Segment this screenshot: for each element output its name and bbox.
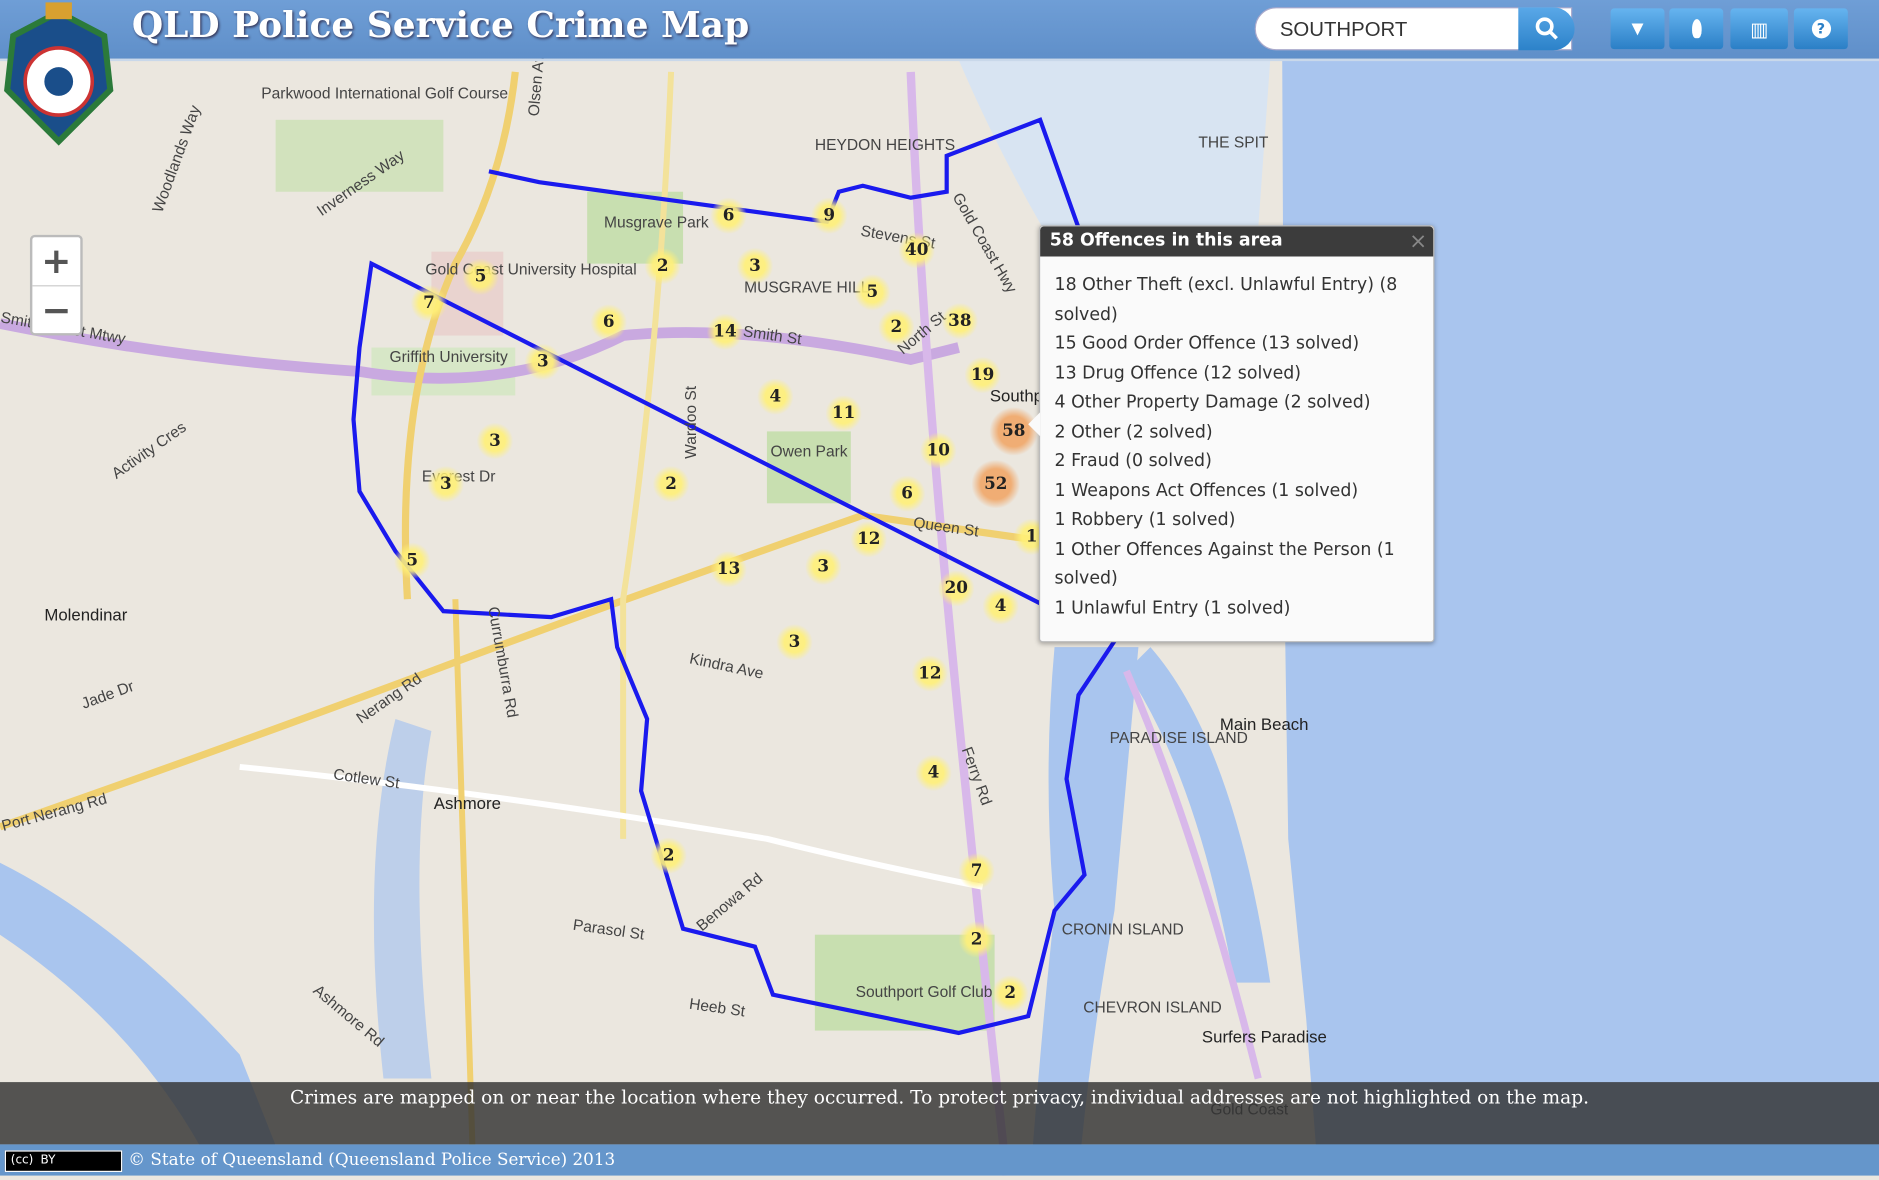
offence-item: 1 Robbery (1 solved) bbox=[1054, 510, 1236, 530]
crime-cluster-marker[interactable]: 2 bbox=[878, 309, 915, 346]
crime-cluster-marker[interactable]: 3 bbox=[805, 548, 842, 585]
zoom-out-button[interactable]: − bbox=[32, 286, 80, 334]
map-label: HEYDON HEIGHTS bbox=[814, 135, 956, 154]
map-label: Owen Park bbox=[770, 442, 848, 461]
statistics-button[interactable]: ▥ bbox=[1730, 8, 1788, 50]
filter-button[interactable]: ▼ bbox=[1610, 8, 1665, 50]
offence-item: 1 Unlawful Entry (1 solved) bbox=[1054, 598, 1291, 618]
crime-cluster-marker[interactable]: 12 bbox=[850, 521, 887, 558]
zoom-in-button[interactable]: + bbox=[32, 237, 81, 287]
chart-icon: ▥ bbox=[1750, 17, 1769, 41]
crime-cluster-marker[interactable]: 2 bbox=[650, 837, 687, 874]
crime-cluster-marker[interactable]: 20 bbox=[938, 570, 975, 607]
crime-cluster-marker[interactable]: 3 bbox=[476, 423, 513, 459]
privacy-notice: Crimes are mapped on or near the locatio… bbox=[0, 1082, 1879, 1145]
crime-cluster-marker[interactable]: 2 bbox=[644, 248, 681, 285]
crime-cluster-marker[interactable]: 6 bbox=[590, 304, 627, 341]
map-label: Ashmore bbox=[433, 793, 501, 813]
crime-cluster-marker[interactable]: 6 bbox=[889, 475, 926, 512]
crime-cluster-marker[interactable]: 4 bbox=[982, 588, 1019, 625]
crime-cluster-marker[interactable]: 38 bbox=[941, 303, 978, 340]
crime-cluster-marker[interactable]: 2 bbox=[958, 921, 995, 958]
crime-cluster-marker[interactable]: 10 bbox=[920, 432, 957, 469]
heatmap-button[interactable] bbox=[1669, 8, 1724, 50]
map-label: Surfers Paradise bbox=[1201, 1026, 1327, 1047]
cc-icon: (cc) bbox=[10, 1154, 34, 1168]
copyright-text: © State of Queensland (Queensland Police… bbox=[128, 1150, 616, 1170]
cc-license-badge[interactable]: (cc) BY bbox=[4, 1150, 123, 1172]
crime-cluster-marker[interactable]: 3 bbox=[736, 248, 773, 285]
offence-item: 4 Other Property Damage (2 solved) bbox=[1054, 393, 1371, 413]
search-icon bbox=[1535, 17, 1558, 40]
map-label: Southport Golf Club bbox=[855, 982, 993, 1001]
filter-icon: ▼ bbox=[1631, 19, 1644, 38]
popup-pointer bbox=[1028, 412, 1041, 437]
offence-item: 1 Other Offences Against the Person (1 s… bbox=[1054, 539, 1395, 589]
crime-cluster-marker[interactable]: 13 bbox=[710, 551, 747, 588]
crime-cluster-marker[interactable]: 5 bbox=[462, 258, 499, 295]
help-button[interactable]: ? bbox=[1793, 8, 1848, 50]
offence-item: 1 Weapons Act Offences (1 solved) bbox=[1054, 481, 1359, 501]
crime-cluster-marker[interactable]: 52 bbox=[971, 460, 1020, 509]
popup-title: 58 Offences in this area bbox=[1040, 226, 1434, 257]
crime-cluster-marker[interactable]: 3 bbox=[427, 466, 464, 503]
crime-cluster-marker[interactable]: 4 bbox=[757, 378, 794, 415]
license-label: BY bbox=[40, 1154, 56, 1168]
offence-item: 2 Fraud (0 solved) bbox=[1054, 451, 1212, 471]
crime-cluster-marker[interactable]: 12 bbox=[911, 655, 948, 692]
close-icon[interactable]: × bbox=[1409, 229, 1427, 254]
crime-cluster-marker[interactable]: 4 bbox=[915, 754, 952, 791]
map-label: CRONIN ISLAND bbox=[1061, 920, 1184, 939]
offences-popup: 58 Offences in this area × 18 Other Thef… bbox=[1028, 225, 1435, 643]
crime-cluster-marker[interactable]: 40 bbox=[898, 232, 935, 269]
crime-cluster-marker[interactable]: 3 bbox=[524, 343, 561, 380]
offence-item: 2 Other (2 solved) bbox=[1054, 422, 1213, 442]
map-label: Parkwood International Golf Course bbox=[261, 83, 509, 102]
map-label: THE SPIT bbox=[1198, 133, 1269, 151]
crime-cluster-marker[interactable]: 5 bbox=[854, 274, 891, 311]
crime-cluster-marker[interactable]: 19 bbox=[964, 357, 1001, 394]
queensland-police-logo bbox=[4, 2, 114, 146]
search-button[interactable] bbox=[1518, 7, 1575, 51]
crime-cluster-marker[interactable]: 11 bbox=[825, 395, 862, 432]
help-icon: ? bbox=[1811, 19, 1831, 39]
map-label: Wardoo St bbox=[681, 385, 700, 459]
header-bar: QLD Police Service Crime Map ▼ ▥ ? bbox=[0, 0, 1879, 62]
offence-item: 18 Other Theft (excl. Unlawful Entry) (8… bbox=[1054, 275, 1398, 325]
crime-cluster-marker[interactable]: 5 bbox=[394, 542, 431, 579]
crime-cluster-marker[interactable]: 6 bbox=[710, 197, 747, 234]
map-label: PARADISE ISLAND bbox=[1109, 728, 1248, 747]
offence-list: 18 Other Theft (excl. Unlawful Entry) (8… bbox=[1040, 256, 1433, 623]
map-label: CHEVRON ISLAND bbox=[1083, 998, 1222, 1017]
offence-item: 13 Drug Offence (12 solved) bbox=[1054, 363, 1302, 383]
crime-cluster-marker[interactable]: 7 bbox=[411, 285, 447, 322]
crime-cluster-marker[interactable]: 2 bbox=[992, 975, 1029, 1012]
map-label: Gold Coast University Hospital bbox=[425, 260, 637, 279]
crime-cluster-marker[interactable]: 9 bbox=[811, 197, 848, 234]
crime-cluster-marker[interactable]: 14 bbox=[707, 313, 743, 350]
crime-map[interactable]: Parkwood International Golf Course Woodla… bbox=[0, 0, 1879, 1177]
zoom-control: + − bbox=[29, 234, 83, 336]
crime-cluster-marker[interactable]: 7 bbox=[958, 853, 995, 890]
page-title: QLD Police Service Crime Map bbox=[131, 4, 750, 47]
flame-icon bbox=[1691, 19, 1702, 39]
crime-cluster-marker[interactable]: 3 bbox=[776, 624, 813, 661]
footer: (cc) BY © State of Queensland (Queensland… bbox=[0, 1144, 1879, 1176]
map-label: Griffith University bbox=[389, 347, 508, 366]
search-input[interactable] bbox=[1277, 16, 1510, 44]
offence-item: 15 Good Order Offence (13 solved) bbox=[1054, 334, 1360, 354]
map-label: Molendinar bbox=[44, 605, 128, 625]
map-label: Musgrave Park bbox=[603, 213, 709, 232]
crime-cluster-marker[interactable]: 2 bbox=[653, 466, 690, 503]
